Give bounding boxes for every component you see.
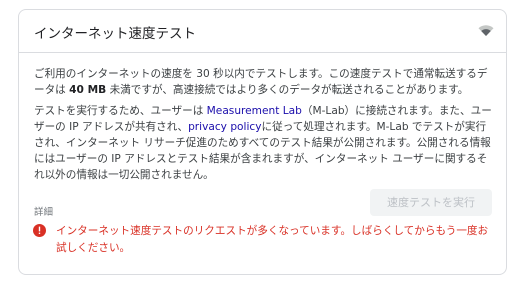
card-header: インターネット速度テスト: [19, 10, 506, 53]
data-amount: 40 MB: [69, 84, 107, 96]
intro-paragraph: ご利用のインターネットの速度を 30 秒以内でテストします。この速度テストで通常…: [34, 66, 496, 98]
card-title: インターネット速度テスト: [34, 26, 196, 42]
error-icon: [33, 224, 46, 237]
privacy-text-1: テストを実行するため、ユーザーは: [34, 105, 207, 117]
error-message: インターネット速度テストのリクエストが多くなっています。しばらくしてからもう一度…: [56, 225, 489, 254]
wifi-icon: [478, 25, 494, 36]
measurement-lab-link[interactable]: Measurement Lab: [207, 105, 302, 117]
intro-text-2: 未満ですが、高速接続ではより多くのデータが転送されることがあります。: [106, 84, 469, 96]
privacy-policy-link[interactable]: privacy policy: [188, 121, 261, 133]
run-speed-test-button[interactable]: 速度テストを実行: [370, 189, 492, 216]
speed-test-card: インターネット速度テスト ご利用のインターネットの速度を 30 秒以内でテストし…: [18, 9, 507, 275]
details-link[interactable]: 詳細: [34, 204, 53, 218]
privacy-paragraph: テストを実行するため、ユーザーは Measurement Lab（M-Lab）に…: [34, 103, 496, 183]
